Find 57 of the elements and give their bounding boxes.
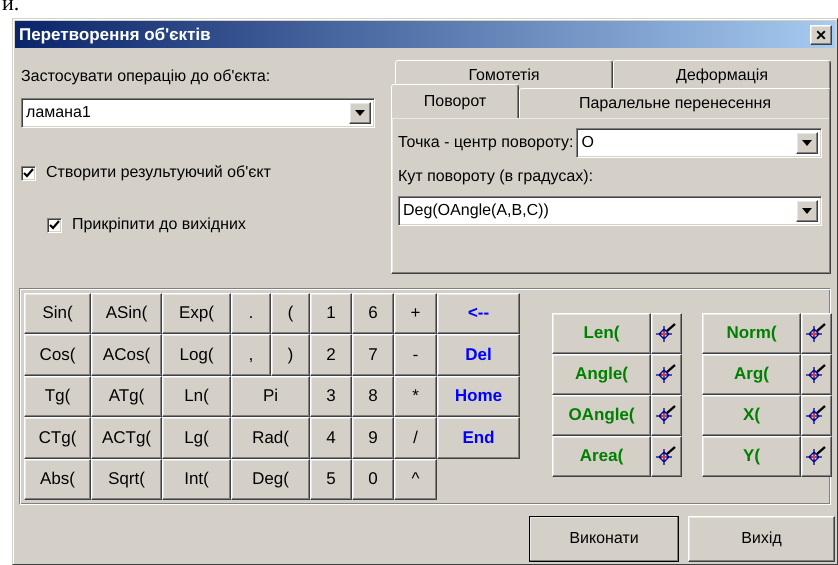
center-point-label: Точка - центр повороту: <box>398 134 574 152</box>
keypad-key[interactable]: Home <box>437 376 520 417</box>
keypad-key[interactable]: Del <box>437 334 520 376</box>
keypad-key[interactable]: ASin( <box>91 292 162 334</box>
window-title: Перетворення об'єктів <box>19 24 211 45</box>
keypad-key[interactable]: Cos( <box>24 334 91 376</box>
keypad-key[interactable]: Sin( <box>24 292 91 334</box>
keypad-key[interactable]: 8 <box>352 376 394 417</box>
keypad-key[interactable]: ) <box>271 334 310 376</box>
keypad-key[interactable]: 9 <box>352 417 394 458</box>
keypad-key[interactable]: Log( <box>162 334 231 376</box>
keypad-key[interactable]: 4 <box>310 417 352 458</box>
execute-button[interactable]: Виконати <box>529 516 679 562</box>
target-label: Застосувати операцію до об'єкта: <box>21 68 272 86</box>
keypad-key[interactable]: 0 <box>352 458 394 500</box>
keypad-key[interactable]: Exp( <box>162 292 231 334</box>
tab[interactable]: Поворот <box>391 84 519 118</box>
keypad-key[interactable]: ACTg( <box>91 417 162 458</box>
keypad-key[interactable]: Sqrt( <box>91 458 162 500</box>
keypad-key[interactable]: Rad( <box>231 417 310 458</box>
keypad-key[interactable]: ACos( <box>91 334 162 376</box>
keypad-key[interactable]: <-- <box>437 292 520 334</box>
keypad-key[interactable]: . <box>231 292 271 334</box>
keypad-key[interactable]: ATg( <box>91 376 162 417</box>
close-button[interactable]: × <box>810 24 832 45</box>
keypad-key[interactable]: 5 <box>310 458 352 500</box>
exit-button[interactable]: Вихід <box>688 516 835 562</box>
checkbox-label: Створити результуючий об'єкт <box>46 164 271 182</box>
keypad-key[interactable]: ^ <box>394 458 437 500</box>
tab[interactable]: Паралельне перенесення <box>519 88 831 118</box>
keypad-key[interactable]: / <box>394 417 437 458</box>
keypad-key[interactable]: Lg( <box>162 417 231 458</box>
center-point-combo[interactable]: O <box>576 128 822 158</box>
keypad-key[interactable]: 6 <box>352 292 394 334</box>
keypad-key[interactable]: 7 <box>352 334 394 376</box>
keypad-key[interactable]: End <box>437 417 520 458</box>
checkbox-label: Прикріпити до вихідних <box>72 216 246 234</box>
angle-combo[interactable]: Deg(OAngle(A,B,C)) <box>398 196 822 226</box>
keypad-key[interactable]: , <box>231 334 271 376</box>
keypad-key[interactable]: Pi <box>231 376 310 417</box>
page-text-fragment: и. <box>2 0 20 16</box>
keypad-key[interactable]: Ln( <box>162 376 231 417</box>
keypad-key[interactable]: 1 <box>310 292 352 334</box>
keypad-key[interactable]: 3 <box>310 376 352 417</box>
angle-label: Кут повороту (в градусах): <box>398 168 594 186</box>
keypad-key[interactable]: - <box>394 334 437 376</box>
keypad-key[interactable]: Abs( <box>24 458 91 500</box>
keypad-key[interactable]: Tg( <box>24 376 91 417</box>
tab[interactable]: Деформація <box>613 60 831 90</box>
keypad-key[interactable]: Int( <box>162 458 231 500</box>
keypad-key[interactable]: CTg( <box>24 417 91 458</box>
keypad-key[interactable]: * <box>394 376 437 417</box>
keypad-key[interactable]: ( <box>271 292 310 334</box>
keypad-key[interactable]: + <box>394 292 437 334</box>
target-object-combo[interactable]: ламана1 <box>21 98 375 128</box>
keypad-key[interactable]: 2 <box>310 334 352 376</box>
keypad-key[interactable]: Deg( <box>231 458 310 500</box>
